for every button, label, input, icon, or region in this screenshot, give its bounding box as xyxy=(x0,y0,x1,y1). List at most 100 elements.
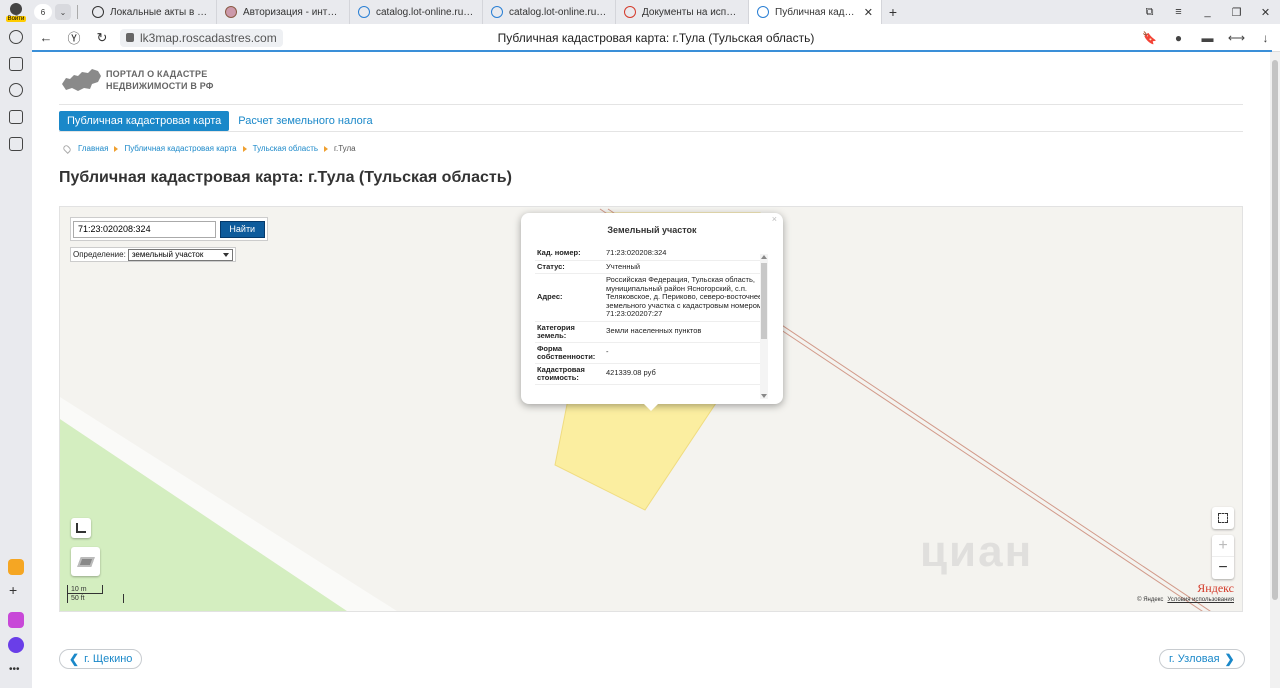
restore-icon[interactable]: ❐ xyxy=(1222,6,1251,19)
bookmark-icon[interactable]: 🔖 xyxy=(1135,31,1164,45)
browser-tab[interactable]: Авторизация - интранет xyxy=(217,0,350,24)
nav-tab-land-tax[interactable]: Расчет земельного налога xyxy=(238,115,372,127)
extension-icon[interactable]: ● xyxy=(1164,31,1193,45)
login-button[interactable]: Войти xyxy=(0,0,32,24)
info-key: Кадастровая стоимость: xyxy=(537,364,585,382)
breadcrumb-item[interactable]: Тульская область xyxy=(253,144,318,153)
breadcrumb-item[interactable]: Главная xyxy=(78,144,108,153)
info-key: Категория земель: xyxy=(537,322,575,340)
more-icon[interactable]: ••• xyxy=(9,664,23,678)
prev-city-button[interactable]: ❮ г. Щекино xyxy=(59,649,143,669)
breadcrumb-item[interactable]: Публичная кадастровая карта xyxy=(124,144,236,153)
chevron-left-icon: ❮ xyxy=(69,652,80,666)
scroll-up-icon[interactable] xyxy=(761,255,767,259)
yandex-logo[interactable]: Яндекс xyxy=(1197,581,1234,596)
zoom-control: + − xyxy=(1212,535,1234,579)
download-icon[interactable]: ↓ xyxy=(1251,31,1280,45)
info-row: Кад. номер: 71:23:020208:324 xyxy=(535,247,767,261)
nav-tab-cadastral-map[interactable]: Публичная кадастровая карта xyxy=(59,111,230,131)
parcel-info-popup: × Земельный участок Кад. номер: 71:23:02… xyxy=(521,213,783,411)
scrollbar-thumb[interactable] xyxy=(1272,60,1278,600)
prev-city-label: г. Щекино xyxy=(84,653,133,665)
play-icon[interactable] xyxy=(9,83,23,97)
next-city-button[interactable]: г. Узловая ❯ xyxy=(1159,649,1245,669)
chevron-down-icon: ⌄ xyxy=(59,7,67,17)
menu-icon[interactable]: ≡ xyxy=(1164,6,1193,18)
popup-pointer xyxy=(643,403,659,411)
window-controls: ⧉ ≡ _ ❐ ✕ xyxy=(1135,0,1280,24)
cadastral-map[interactable]: циан 71:23:020208:324 Найти Определение:… xyxy=(59,206,1243,612)
breadcrumb: Главная Публичная кадастровая карта Туль… xyxy=(62,143,356,154)
browser-tab[interactable]: Локальные акты в сфере xyxy=(84,0,217,24)
url-field[interactable]: lk3map.roscadastres.com xyxy=(120,28,283,47)
definition-select[interactable]: земельный участок xyxy=(127,248,233,261)
popup-scrollbar[interactable] xyxy=(760,254,768,399)
tab-list-dropdown[interactable]: ⌄ xyxy=(55,4,71,20)
mail-icon[interactable] xyxy=(8,559,24,575)
translate-icon[interactable]: ⟷ xyxy=(1222,31,1251,45)
avatar-icon xyxy=(10,2,22,15)
breadcrumb-arrow-icon xyxy=(242,145,247,152)
site-logo[interactable]: ПОРТАЛ О КАДАСТРЕ НЕДВИЖИМОСТИ В РФ xyxy=(60,66,214,94)
login-label: Войти xyxy=(5,15,27,22)
gallery-icon[interactable] xyxy=(9,137,23,151)
close-window-icon[interactable]: ✕ xyxy=(1251,6,1280,19)
definition-label: Определение: xyxy=(73,250,126,259)
browser-tab[interactable]: Документы на исполнен xyxy=(616,0,749,24)
browser-tab[interactable]: catalog.lot-online.ru/inde xyxy=(483,0,616,24)
close-tab-icon[interactable]: ✕ xyxy=(864,6,873,19)
tab-separator xyxy=(77,5,78,19)
info-row: Форма собственности: - xyxy=(535,343,767,364)
cadastral-number-input[interactable]: 71:23:020208:324 xyxy=(73,220,216,238)
find-button[interactable]: Найти xyxy=(219,220,265,238)
terms-link[interactable]: Условия использования xyxy=(1167,597,1234,603)
market-icon[interactable] xyxy=(8,612,24,628)
logo-text-line2: НЕДВИЖИМОСТИ В РФ xyxy=(106,81,214,91)
tab-count-badge[interactable]: 6 xyxy=(34,4,52,20)
info-row: Кадастровая стоимость: 421339.08 руб xyxy=(535,364,767,385)
scroll-down-icon[interactable] xyxy=(761,394,767,398)
back-icon[interactable]: ← xyxy=(32,30,60,45)
new-tab-button[interactable]: + xyxy=(882,4,904,20)
tab-title: Публичная кадастров xyxy=(775,6,860,18)
map-scale: 10 m 50 ft xyxy=(67,585,124,603)
location-pin-icon xyxy=(62,143,72,154)
tab-title: catalog.lot-online.ru/inde xyxy=(376,6,474,18)
add-icon[interactable]: + xyxy=(9,583,23,598)
zoom-out-button[interactable]: − xyxy=(1212,557,1234,579)
fullscreen-button[interactable] xyxy=(1212,507,1234,529)
browser-tab-active[interactable]: Публичная кадастров ✕ xyxy=(749,0,882,24)
lock-icon xyxy=(126,33,134,42)
layers-button[interactable] xyxy=(71,547,100,576)
tab-title: Локальные акты в сфере xyxy=(110,6,208,18)
calendar-icon[interactable] xyxy=(9,110,23,124)
notes-icon[interactable] xyxy=(9,57,23,71)
ruler-button[interactable] xyxy=(71,518,91,538)
info-key: Форма собственности: xyxy=(537,343,596,361)
chevron-down-icon xyxy=(222,252,229,257)
close-icon[interactable]: × xyxy=(772,214,777,224)
browser-tab-bar: Войти 6 ⌄ Локальные акты в сфере Авториз… xyxy=(0,0,1280,24)
yandex-icon[interactable]: Ⓨ xyxy=(60,28,88,47)
minimize-icon[interactable]: _ xyxy=(1193,6,1222,18)
layers-icon xyxy=(76,556,95,567)
info-value: - xyxy=(606,347,609,357)
zoom-in-button[interactable]: + xyxy=(1212,535,1234,557)
copyright-text: © Яндекс xyxy=(1137,597,1164,603)
address-bar: ← Ⓨ ↻ lk3map.roscadastres.com Публичная … xyxy=(32,24,1280,52)
scale-meters: 10 m xyxy=(67,585,103,594)
russia-map-icon xyxy=(62,69,101,91)
browser-sidebar: + ••• xyxy=(0,24,32,688)
reload-icon[interactable]: ↻ xyxy=(88,30,116,46)
reader-icon[interactable]: ▬ xyxy=(1193,31,1222,45)
page-scrollbar[interactable] xyxy=(1270,52,1280,688)
collections-icon[interactable]: ⧉ xyxy=(1135,6,1164,19)
history-icon[interactable] xyxy=(9,30,23,44)
breadcrumb-current: г.Тула xyxy=(334,144,356,153)
browser-tab[interactable]: catalog.lot-online.ru/inde xyxy=(350,0,483,24)
header-divider xyxy=(59,104,1243,105)
popup-scrollbar-thumb[interactable] xyxy=(761,263,767,339)
alice-icon[interactable] xyxy=(8,637,24,653)
site-favicon-icon xyxy=(358,6,370,18)
map-copyright: © Яндекс Условия использования xyxy=(1137,597,1234,603)
